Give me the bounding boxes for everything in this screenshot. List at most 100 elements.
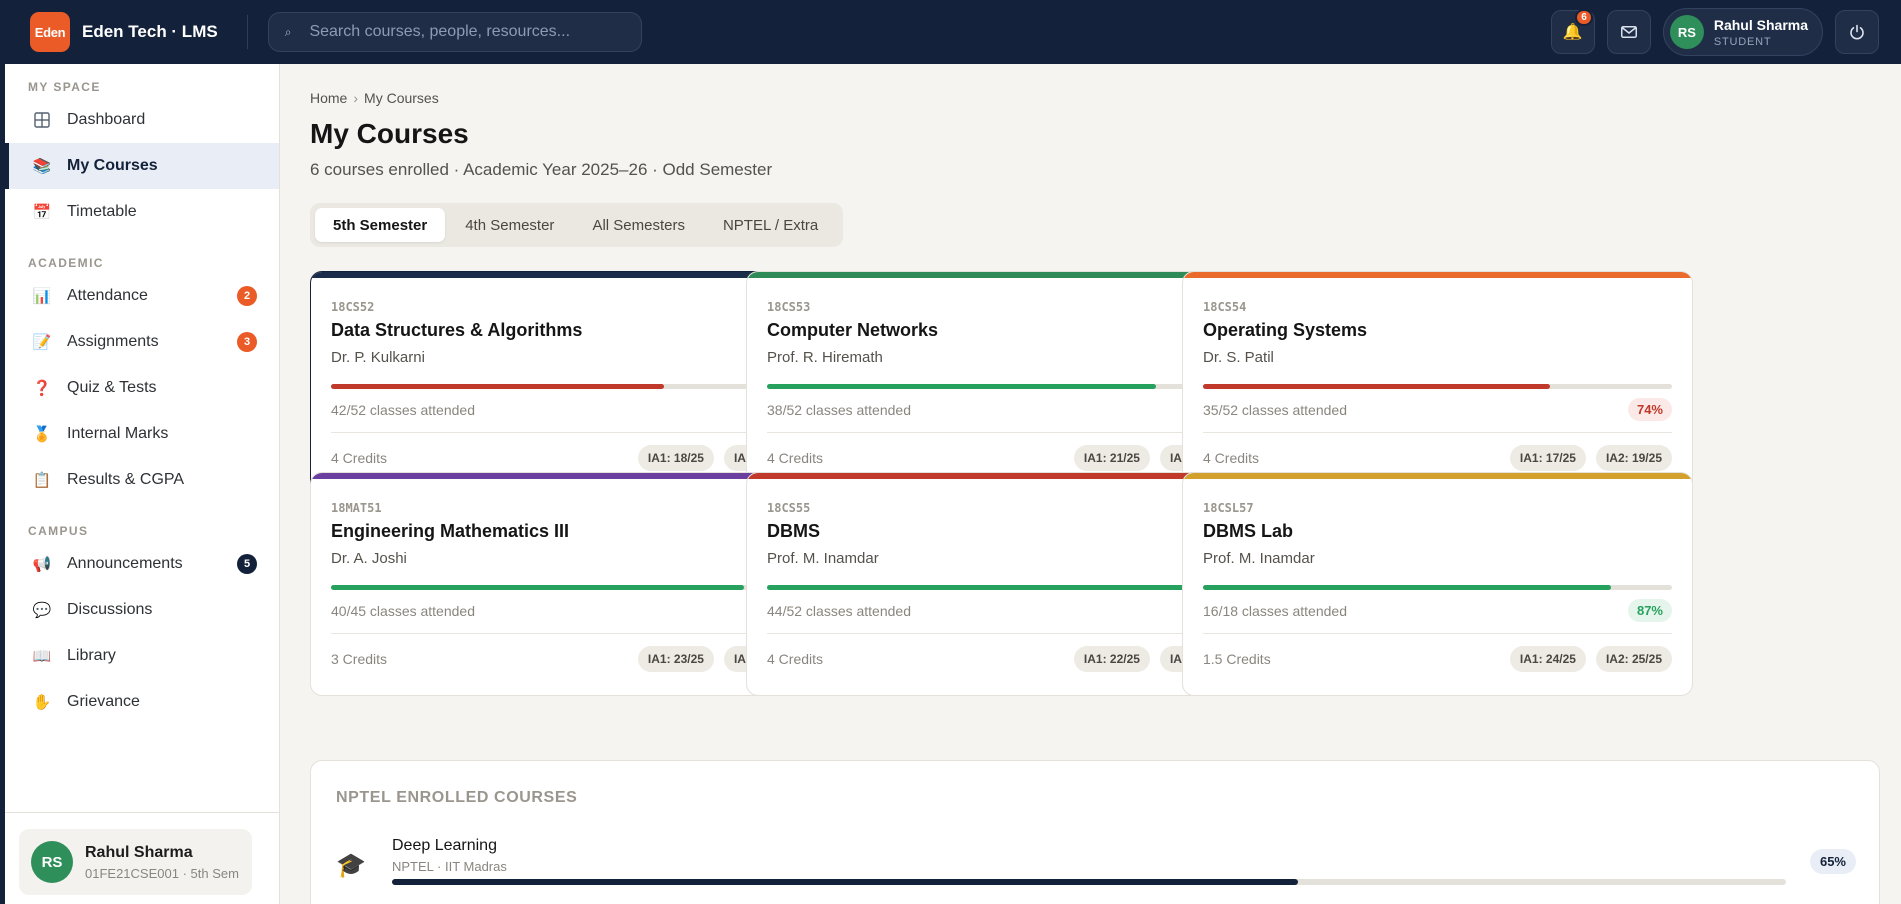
sidebar-item-label: My Courses: [67, 157, 158, 174]
messages-button[interactable]: [1606, 10, 1651, 54]
sidebar-item-assignments[interactable]: 📝 Assignments 3: [5, 319, 279, 365]
calendar-icon: 📅: [32, 204, 52, 221]
sidebar-footer: RS Rahul Sharma 01FE21CSE001 · 5th Sem: [5, 812, 280, 904]
tab-4th-semester[interactable]: 4th Semester: [447, 208, 572, 242]
memo-icon: 📝: [32, 334, 52, 351]
course-instructor: Prof. R. Hiremath: [767, 349, 883, 366]
speech-bubble-icon: 💬: [32, 602, 52, 619]
attendance-count-badge: 2: [237, 286, 257, 306]
attendance-progress-fill: [331, 384, 664, 389]
announcements-count-badge: 5: [237, 554, 257, 574]
card-divider: [1203, 432, 1672, 433]
profile-name: Rahul Sharma: [85, 843, 193, 861]
course-credits: 4 Credits: [1203, 450, 1260, 466]
course-instructor: Dr. S. Patil: [1203, 349, 1274, 366]
section-title-my-space: MY SPACE: [28, 80, 101, 94]
classes-attended: 16/18 classes attended: [1203, 602, 1347, 619]
grid-icon: [33, 111, 51, 129]
course-name: Operating Systems: [1203, 320, 1368, 340]
sidebar-item-results-cgpa[interactable]: 📋 Results & CGPA: [5, 457, 279, 503]
user-menu[interactable]: RS Rahul Sharma STUDENT: [1662, 8, 1823, 56]
search-placeholder: Search courses, people, resources...: [309, 23, 571, 40]
nptel-course-item[interactable]: 🎓 Deep Learning NPTEL · IIT Madras 65%: [336, 837, 1856, 897]
attendance-progress-bar: [767, 585, 1236, 590]
classes-attended: 42/52 classes attended: [331, 401, 475, 418]
books-icon: 📚: [32, 158, 52, 175]
profile-card[interactable]: RS Rahul Sharma 01FE21CSE001 · 5th Sem: [19, 829, 252, 895]
nptel-course-name: Deep Learning: [392, 837, 497, 854]
sidebar-item-my-courses[interactable]: 📚 My Courses: [5, 143, 279, 189]
sidebar-item-attendance[interactable]: 📊 Attendance 2: [5, 273, 279, 319]
sidebar-item-timetable[interactable]: 📅 Timetable: [5, 189, 279, 235]
notifications-badge: 6: [1575, 9, 1593, 26]
search-icon: ⌕: [284, 24, 292, 39]
attendance-progress-bar: [1203, 585, 1672, 590]
avatar: RS: [31, 841, 73, 883]
sidebar-item-grievance[interactable]: ✋ Grievance: [5, 679, 279, 725]
breadcrumb-current: My Courses: [364, 90, 439, 106]
top-bar: Eden Eden Tech · LMS ⌕ Search courses, p…: [0, 0, 1901, 64]
card-divider: [331, 432, 800, 433]
course-card[interactable]: 18CS55 DBMS Prof. M. Inamdar 44/52 classes …: [746, 472, 1257, 696]
sidebar: MY SPACE Dashboard 📚 My Courses 📅 Timeta…: [0, 64, 280, 904]
book-icon: 📖: [32, 648, 52, 665]
ia1-marks-pill: IA1: 21/25: [1073, 445, 1150, 471]
topbar-divider: [246, 15, 248, 49]
course-name: Engineering Mathematics III: [331, 521, 570, 541]
attendance-progress-fill: [1203, 384, 1551, 389]
sidebar-item-internal-marks[interactable]: 🏅 Internal Marks: [5, 411, 279, 457]
card-divider: [1203, 633, 1672, 634]
tab-all-semesters[interactable]: All Semesters: [574, 208, 703, 242]
course-card[interactable]: 18CS52 Data Structures & Algorithms Dr. P.…: [310, 271, 821, 495]
sidebar-item-quiz-tests[interactable]: ❓ Quiz & Tests: [5, 365, 279, 411]
logout-button[interactable]: [1835, 10, 1879, 54]
breadcrumb: Home › My Courses: [310, 90, 1880, 106]
course-card[interactable]: 18CS53 Computer Networks Prof. R. Hiremath…: [746, 271, 1257, 495]
card-divider: [767, 432, 1236, 433]
sidebar-item-discussions[interactable]: 💬 Discussions: [5, 587, 279, 633]
course-name: DBMS Lab: [1203, 521, 1293, 541]
search-input[interactable]: ⌕ Search courses, people, resources...: [267, 12, 642, 52]
user-name: Rahul Sharma: [1713, 16, 1808, 33]
sidebar-item-announcements[interactable]: 📢 Announcements 5: [5, 541, 279, 587]
tab-5th-semester[interactable]: 5th Semester: [315, 208, 446, 242]
nptel-section: NPTEL ENROLLED COURSES 🎓 Deep Learning N…: [310, 760, 1880, 904]
notifications-button[interactable]: 🔔 6: [1550, 9, 1595, 54]
nptel-progress-percent: 65%: [1809, 849, 1856, 874]
profile-usn: 01FE21CSE001 · 5th Sem: [85, 865, 239, 881]
course-card[interactable]: 18MAT51 Engineering Mathematics III Dr. A.…: [310, 472, 821, 696]
course-instructor: Prof. M. Inamdar: [767, 550, 879, 567]
brand-logo[interactable]: Eden: [30, 12, 70, 52]
attendance-progress-fill: [1203, 585, 1612, 590]
nptel-course-provider: NPTEL · IIT Madras: [392, 859, 507, 874]
sidebar-item-label: Dashboard: [67, 111, 146, 128]
sidebar-item-label: Library: [67, 647, 116, 664]
page-title: My Courses: [310, 118, 469, 149]
classes-attended: 40/45 classes attended: [331, 602, 475, 619]
ia1-marks-pill: IA1: 24/25: [1509, 646, 1586, 672]
question-icon: ❓: [32, 380, 52, 397]
course-credits: 4 Credits: [331, 450, 388, 466]
sidebar-item-label: Attendance: [67, 287, 148, 304]
classes-attended: 38/52 classes attended: [767, 401, 911, 418]
raised-hand-icon: ✋: [32, 694, 52, 711]
sidebar-item-label: Internal Marks: [67, 425, 169, 442]
course-name: DBMS: [767, 521, 820, 541]
attendance-progress-bar: [331, 384, 800, 389]
ia2-marks-pill: IA2: 19/25: [1595, 445, 1672, 471]
sidebar-item-library[interactable]: 📖 Library: [5, 633, 279, 679]
classes-attended: 35/52 classes attended: [1203, 401, 1347, 418]
breadcrumb-home[interactable]: Home: [310, 90, 347, 106]
brand-name[interactable]: Eden Tech · LMS: [82, 22, 218, 42]
sidebar-item-dashboard[interactable]: Dashboard: [5, 97, 279, 143]
attendance-percent-badge: 74%: [1627, 398, 1672, 421]
attendance-progress-bar: [331, 585, 800, 590]
tab-nptel-extra[interactable]: NPTEL / Extra: [705, 208, 836, 242]
attendance-progress-fill: [767, 384, 1157, 389]
main-content: Home › My Courses My Courses 6 courses enr…: [310, 64, 1880, 904]
attendance-progress-bar: [1203, 384, 1672, 389]
course-card[interactable]: 18CSL57 DBMS Lab Prof. M. Inamdar 16/18 cla…: [1182, 472, 1693, 696]
course-card[interactable]: 18CS54 Operating Systems Dr. S. Patil 35/52…: [1182, 271, 1693, 495]
course-credits: 3 Credits: [331, 651, 388, 667]
megaphone-icon: 📢: [32, 556, 52, 573]
